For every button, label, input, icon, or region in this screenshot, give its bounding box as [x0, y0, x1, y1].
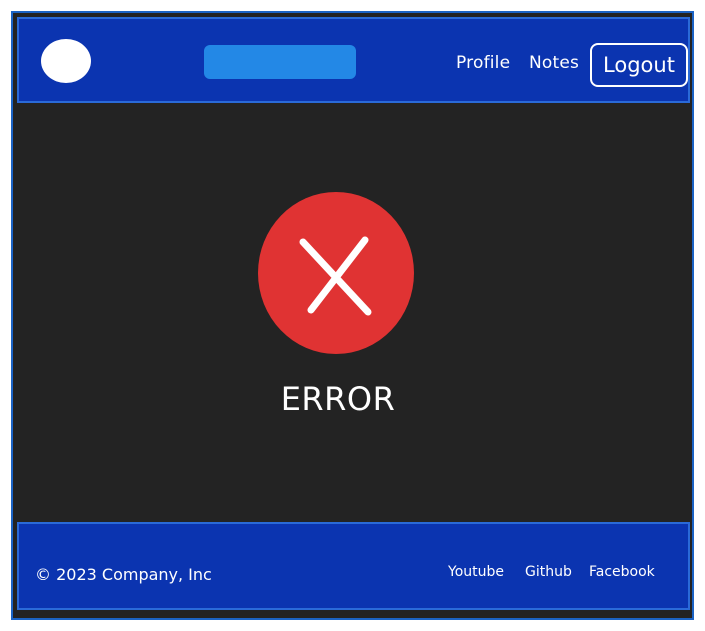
site-title-placeholder — [204, 45, 356, 79]
footer: © 2023 Company, Inc Youtube Github Faceb… — [17, 522, 690, 610]
footer-facebook-link[interactable]: Facebook — [589, 564, 655, 580]
header: Profile Notes Logout — [17, 17, 690, 103]
copyright-text: © 2023 Company, Inc — [35, 565, 212, 584]
footer-github-link[interactable]: Github — [525, 564, 572, 580]
close-icon — [299, 236, 372, 316]
error-icon — [258, 192, 414, 354]
error-message: ERROR — [280, 380, 396, 418]
nav-notes-link[interactable]: Notes — [529, 53, 579, 73]
app-window: Profile Notes Logout ERROR © 2023 Compan… — [11, 11, 694, 620]
logout-button[interactable]: Logout — [590, 43, 688, 87]
footer-youtube-link[interactable]: Youtube — [448, 564, 504, 580]
logo[interactable] — [41, 39, 91, 83]
nav-profile-link[interactable]: Profile — [456, 53, 510, 73]
